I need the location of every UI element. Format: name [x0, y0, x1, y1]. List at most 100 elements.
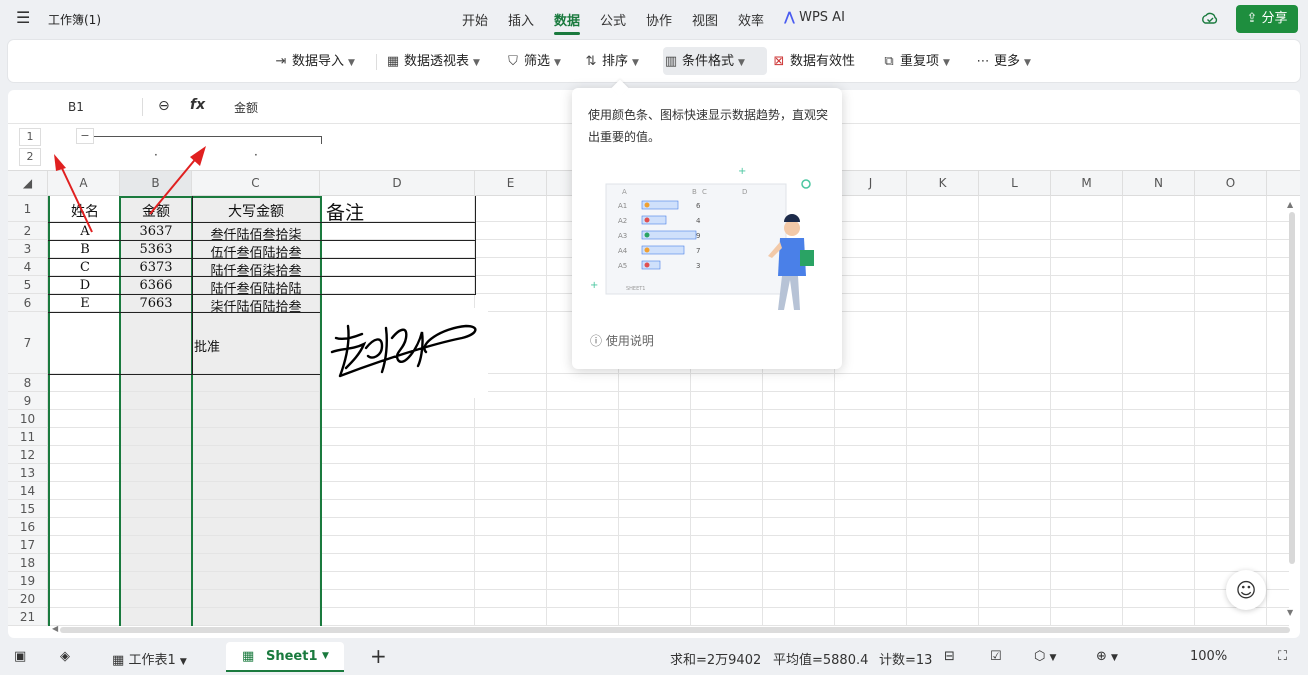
zoom-out-icon[interactable]: ⊖ — [158, 98, 170, 114]
more-button[interactable]: ⋯ 更多 ▼ — [976, 51, 1031, 73]
sheet-tab-1[interactable]: ▦ 工作表1 ▼ — [112, 649, 187, 668]
grid-line — [1194, 196, 1195, 626]
column-header-d[interactable]: D — [320, 171, 475, 196]
annotation-arrow-left — [54, 154, 93, 233]
row-header[interactable]: 18 — [8, 554, 48, 572]
selection-border-d — [320, 196, 322, 626]
table-cell[interactable]: 陆仟叁佰柒拾叁 — [192, 260, 320, 279]
sheet-tab-active[interactable]: ▦ Sheet1 ▼ — [226, 642, 344, 672]
assistant-avatar[interactable]: ☺ — [1226, 570, 1266, 610]
chevron-down-icon: ▼ — [322, 651, 329, 661]
row-header[interactable]: 8 — [8, 374, 48, 392]
column-header-m[interactable]: M — [1051, 171, 1123, 196]
usage-help-link[interactable]: ⓘ 使用说明 — [590, 332, 654, 349]
menu-insert[interactable]: 插入 — [508, 10, 534, 29]
cloud-sync-icon[interactable] — [1201, 10, 1219, 28]
formula-input[interactable]: 金额 — [234, 99, 258, 116]
help-label: 使用说明 — [605, 334, 654, 348]
row-header[interactable]: 5 — [8, 276, 48, 294]
row-header[interactable]: 20 — [8, 590, 48, 608]
row-header[interactable]: 4 — [8, 258, 48, 276]
scroll-left-icon[interactable]: ◀ — [52, 624, 58, 633]
table-cell[interactable]: D — [50, 278, 120, 293]
review-icon[interactable]: ☑ — [990, 649, 1002, 664]
column-header-e[interactable]: E — [475, 171, 547, 196]
row-header[interactable]: 9 — [8, 392, 48, 410]
table-cell[interactable]: 7663 — [120, 296, 192, 311]
menu-data[interactable]: 数据 — [554, 10, 580, 29]
sort-button[interactable]: ⇅ 排序 ▼ — [584, 51, 639, 73]
chevron-down-icon: ▼ — [554, 58, 561, 68]
data-validity-button[interactable]: ⊠ 数据有效性 — [772, 51, 855, 73]
vertical-scrollbar[interactable] — [1289, 212, 1295, 564]
column-header-o[interactable]: O — [1195, 171, 1267, 196]
horizontal-scrollbar[interactable] — [60, 627, 1290, 633]
annotation-arrow-right — [149, 146, 206, 215]
protect-icon[interactable]: ⬡ ▼ — [1034, 649, 1056, 664]
menu-start[interactable]: 开始 — [462, 10, 488, 29]
illustration-value: 9 — [696, 232, 700, 240]
row-header[interactable]: 6 — [8, 294, 48, 312]
illustration-col-label: B — [692, 188, 697, 196]
row-header[interactable]: 11 — [8, 428, 48, 446]
chevron-down-icon: ▼ — [943, 58, 950, 68]
wps-ai-icon: ⋀ — [784, 10, 795, 25]
menu-wps-ai[interactable]: ⋀ WPS AI — [784, 10, 845, 25]
share-button[interactable]: ⇪ 分享 — [1236, 5, 1298, 33]
column-header-n[interactable]: N — [1123, 171, 1195, 196]
table-cell[interactable]: 6366 — [120, 278, 192, 293]
row-header[interactable]: 14 — [8, 482, 48, 500]
freeze-icon[interactable]: ⊕ ▼ — [1096, 649, 1118, 664]
zoom-level[interactable]: 100% — [1190, 649, 1227, 664]
illustration-row-label: A4 — [618, 247, 628, 255]
fullscreen-icon[interactable]: ⛶ — [1278, 649, 1287, 664]
statistics-icon[interactable]: ⊟ — [944, 649, 955, 664]
outline-dot: · — [254, 148, 258, 162]
row-header[interactable]: 7 — [8, 312, 48, 374]
table-cell[interactable]: 柒仟陆佰陆拾叁 — [192, 296, 320, 315]
menu-view[interactable]: 视图 — [692, 10, 718, 29]
table-cell[interactable]: 陆仟叁佰陆拾陆 — [192, 278, 320, 297]
table-border — [48, 374, 320, 375]
pivot-table-button[interactable]: ▦ 数据透视表 ▼ — [386, 51, 480, 73]
function-icon[interactable]: fx — [190, 97, 205, 113]
status-bar: ▣ ◈ ▦ 工作表1 ▼ ▦ Sheet1 ▼ + 求和=2万9402 平均值=… — [0, 638, 1308, 675]
sidebar-toggle-icon[interactable]: ▣ — [14, 649, 26, 664]
table-cell[interactable]: C — [50, 260, 120, 275]
cell-d1[interactable]: 备注 — [326, 198, 386, 225]
menu-collab[interactable]: 协作 — [646, 10, 672, 29]
cell-reference[interactable]: B1 — [68, 100, 84, 114]
row-header[interactable]: 17 — [8, 536, 48, 554]
chevron-down-icon: ▼ — [1024, 58, 1031, 68]
row-header[interactable]: 19 — [8, 572, 48, 590]
row-header[interactable]: 13 — [8, 464, 48, 482]
table-cell[interactable]: E — [50, 296, 120, 311]
duplicates-button[interactable]: ⧉ 重复项 ▼ — [882, 51, 950, 73]
grid-line — [48, 481, 1289, 482]
menu-efficiency[interactable]: 效率 — [738, 10, 764, 29]
row-header[interactable]: 21 — [8, 608, 48, 626]
row-header[interactable]: 10 — [8, 410, 48, 428]
row-header[interactable]: 15 — [8, 500, 48, 518]
workbook-title[interactable]: 工作簿(1) — [48, 11, 101, 28]
scroll-down-icon[interactable]: ▼ — [1287, 608, 1293, 617]
row-header[interactable]: 16 — [8, 518, 48, 536]
data-import-button[interactable]: ⇥ 数据导入 ▼ — [274, 51, 355, 73]
table-cell[interactable]: 6373 — [120, 260, 192, 275]
menu-formula[interactable]: 公式 — [600, 10, 626, 29]
add-sheet-button[interactable]: + — [370, 644, 387, 668]
scroll-up-icon[interactable]: ▲ — [1287, 200, 1293, 209]
row-header[interactable]: 12 — [8, 446, 48, 464]
illustration-sheet-label: SHEET1 — [626, 286, 646, 292]
svg-text:+: + — [738, 166, 746, 177]
column-header-k[interactable]: K — [907, 171, 979, 196]
layers-icon[interactable]: ◈ — [60, 649, 70, 664]
signature-image[interactable] — [322, 308, 488, 398]
conditional-format-button[interactable]: ▥ 条件格式 ▼ — [664, 51, 745, 73]
filter-button[interactable]: ⛉ 筛选 ▼ — [506, 51, 561, 73]
column-header-j[interactable]: J — [835, 171, 907, 196]
menu-icon[interactable]: ☰ — [16, 10, 32, 26]
active-menu-indicator — [554, 32, 580, 35]
column-header-l[interactable]: L — [979, 171, 1051, 196]
cell-c7[interactable]: 批准 — [194, 336, 254, 355]
